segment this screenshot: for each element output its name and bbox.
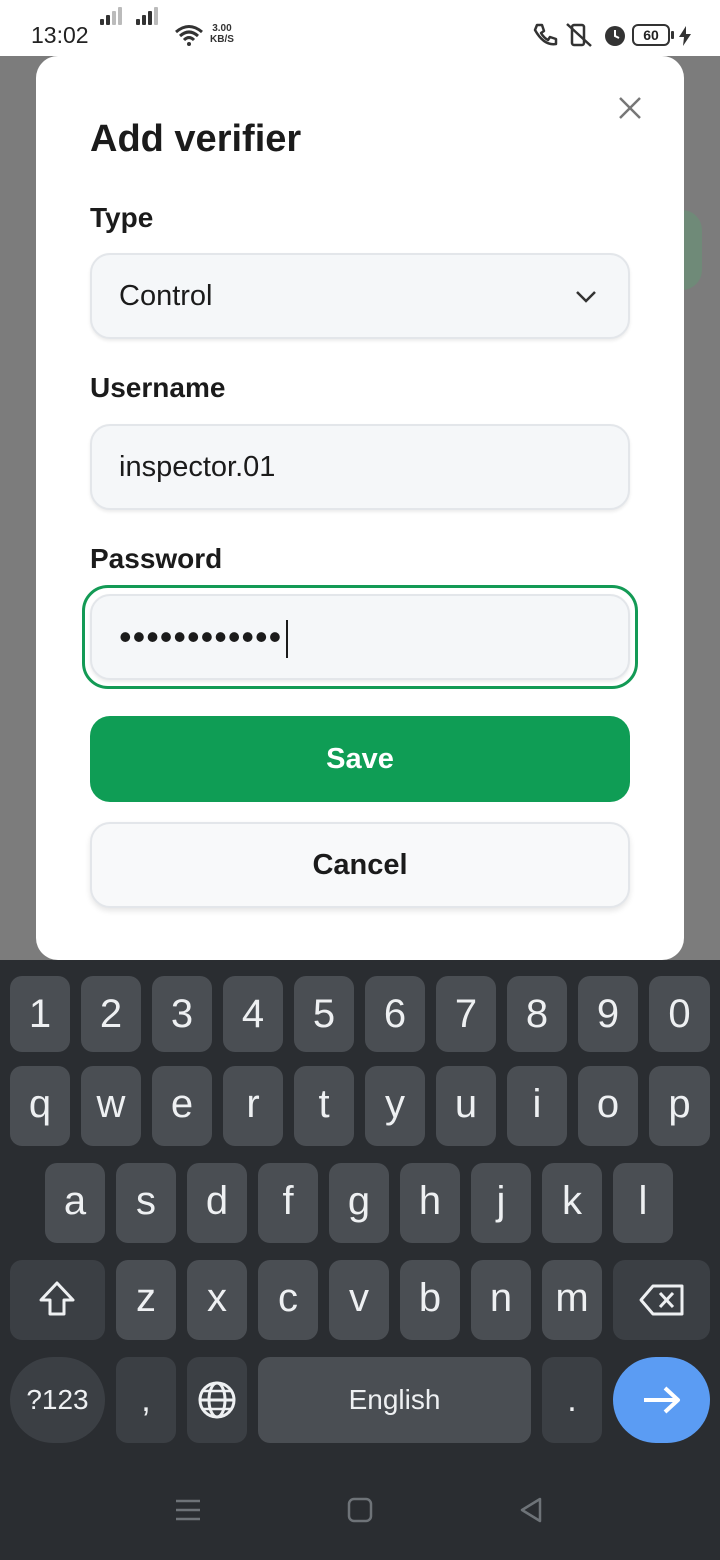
key-i[interactable]: i [507, 1066, 567, 1146]
username-label: Username [90, 372, 226, 403]
key-l[interactable]: l [613, 1163, 673, 1243]
key-7[interactable]: 7 [436, 976, 496, 1052]
key-v[interactable]: v [329, 1260, 389, 1340]
wifi-icon [175, 25, 203, 46]
text-caret [286, 620, 288, 658]
key-3[interactable]: 3 [152, 976, 212, 1052]
key-d[interactable]: d [187, 1163, 247, 1243]
cancel-button[interactable]: Cancel [90, 822, 630, 908]
phone-call-icon [533, 23, 558, 46]
key-g[interactable]: g [329, 1163, 389, 1243]
key-1[interactable]: 1 [10, 976, 70, 1052]
space-key[interactable]: English [258, 1357, 531, 1443]
key-0[interactable]: 0 [649, 976, 710, 1052]
battery-indicator: 60 [632, 24, 674, 46]
key-b[interactable]: b [400, 1260, 460, 1340]
username-input[interactable]: inspector.01 [90, 424, 630, 510]
status-time: 13:02 [31, 22, 89, 48]
username-value: inspector.01 [119, 451, 276, 483]
password-input[interactable]: •••••••••••• [90, 594, 630, 680]
password-value: •••••••••••• [119, 616, 283, 657]
shift-key[interactable] [10, 1260, 105, 1340]
charging-icon [679, 26, 691, 46]
background-element [682, 210, 702, 290]
key-o[interactable]: o [578, 1066, 638, 1146]
close-icon[interactable] [616, 94, 644, 122]
add-verifier-dialog: Add verifier Type Control Username inspe… [36, 56, 684, 960]
key-a[interactable]: a [45, 1163, 105, 1243]
key-x[interactable]: x [187, 1260, 247, 1340]
type-label: Type [90, 202, 154, 233]
soft-keyboard: 1 2 3 4 5 6 7 8 9 0 q w e r t y u i o p … [0, 960, 720, 1560]
vibrate-off-icon [566, 23, 592, 47]
key-j[interactable]: j [471, 1163, 531, 1243]
key-k[interactable]: k [542, 1163, 602, 1243]
globe-icon [198, 1381, 236, 1419]
key-t[interactable]: t [294, 1066, 354, 1146]
key-f[interactable]: f [258, 1163, 318, 1243]
nav-home-icon[interactable] [347, 1497, 373, 1523]
key-z[interactable]: z [116, 1260, 176, 1340]
language-key[interactable] [187, 1357, 247, 1443]
key-6[interactable]: 6 [365, 976, 425, 1052]
key-period[interactable]: . [542, 1357, 602, 1443]
key-r[interactable]: r [223, 1066, 283, 1146]
dialog-title: Add verifier [90, 118, 302, 160]
type-select[interactable]: Control [90, 253, 630, 339]
net-speed: 3.00 KB/S [210, 23, 234, 45]
nav-back-icon[interactable] [518, 1496, 544, 1524]
key-y[interactable]: y [365, 1066, 425, 1146]
key-h[interactable]: h [400, 1163, 460, 1243]
chevron-down-icon [576, 291, 596, 303]
enter-key[interactable] [613, 1357, 710, 1443]
backspace-key[interactable] [613, 1260, 710, 1340]
key-comma[interactable]: , [116, 1357, 176, 1443]
backspace-icon [639, 1284, 684, 1316]
shift-icon [39, 1281, 75, 1316]
key-w[interactable]: w [81, 1066, 141, 1146]
key-u[interactable]: u [436, 1066, 496, 1146]
arrow-right-icon [644, 1386, 680, 1414]
key-4[interactable]: 4 [223, 976, 283, 1052]
status-bar: 13:02 3.00 KB/S 60 [0, 0, 720, 56]
system-nav-bar [0, 1470, 720, 1560]
alarm-icon [605, 26, 625, 46]
key-9[interactable]: 9 [578, 976, 638, 1052]
key-s[interactable]: s [116, 1163, 176, 1243]
key-p[interactable]: p [649, 1066, 710, 1146]
key-8[interactable]: 8 [507, 976, 567, 1052]
net-speed-unit: KB/S [210, 34, 234, 45]
nav-menu-icon[interactable] [174, 1498, 202, 1522]
key-q[interactable]: q [10, 1066, 70, 1146]
password-label: Password [90, 543, 223, 574]
net-speed-value: 3.00 [212, 23, 232, 34]
key-2[interactable]: 2 [81, 976, 141, 1052]
key-m[interactable]: m [542, 1260, 602, 1340]
type-select-value: Control [119, 280, 213, 312]
key-e[interactable]: e [152, 1066, 212, 1146]
key-n[interactable]: n [471, 1260, 531, 1340]
key-5[interactable]: 5 [294, 976, 354, 1052]
key-c[interactable]: c [258, 1260, 318, 1340]
symbols-key[interactable]: ?123 [10, 1357, 105, 1443]
save-button[interactable]: Save [90, 716, 630, 802]
